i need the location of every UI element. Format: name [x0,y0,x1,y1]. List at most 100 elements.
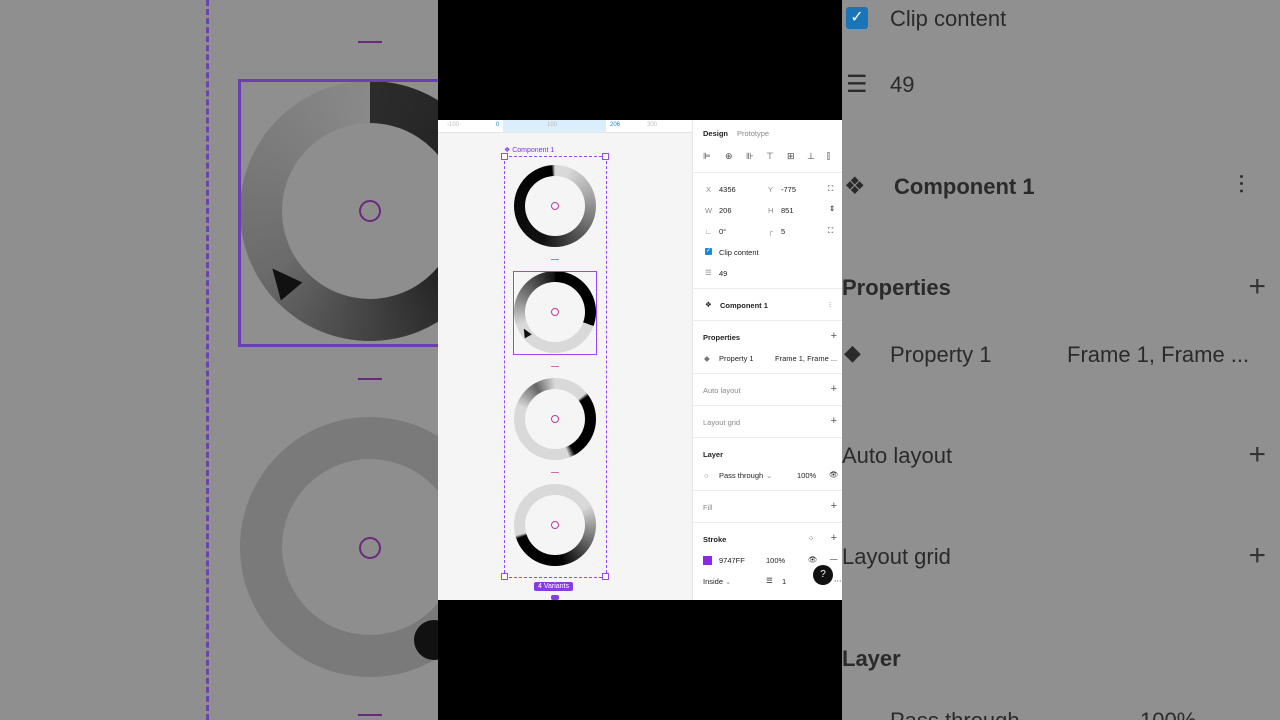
constraints-icon[interactable]: ⛶ [828,184,833,194]
variant-separator [551,259,559,260]
x-input[interactable]: 4356 [719,185,736,194]
figma-window: -100 0 100 206 300 ❖ Component 1 4 Varia… [438,120,842,600]
properties-title: Properties [703,333,741,342]
zoom-diamond-icon: ◆ [844,340,861,365]
ruler-tick: 300 [647,122,658,128]
layout-grid-title: Layout grid [703,418,741,427]
zoom-separator [358,714,382,716]
resize-handle[interactable] [501,153,508,160]
resize-handle[interactable] [602,573,609,580]
add-property-icon[interactable]: + [831,330,837,342]
chevron-down-icon: ⌄ [766,471,773,480]
zoom-checkbox-icon: ✓ [846,7,868,29]
add-layout-grid-icon[interactable]: + [831,415,837,427]
y-input[interactable]: -775 [781,185,796,194]
zoom-spinner-ring [240,417,438,677]
spacing-icon: ☰ [705,268,712,277]
y-label: Y [768,185,774,194]
zoom-layout-grid: Layout grid [842,544,951,569]
spacing-input[interactable]: 49 [719,269,727,278]
fill-title: Fill [703,503,713,512]
corner-radius-input[interactable]: 5 [781,227,785,236]
zoom-separator [358,378,382,380]
align-bottom-icon[interactable]: ⊥ [807,151,815,162]
component-label[interactable]: ❖ Component 1 [504,146,554,154]
zoom-plus-icon: + [1248,438,1266,471]
blend-mode-select[interactable]: Pass through [719,471,763,480]
spinner-variant-1[interactable] [514,165,596,247]
zoom-component-name: Component 1 [894,174,1035,199]
ruler-tick: -100 [447,122,460,128]
clip-content-label: Clip content [719,248,759,257]
align-top-icon[interactable]: ⊤ [766,151,774,162]
selected-variant-outline [513,271,597,355]
eye-icon[interactable]: 👁 [829,470,839,479]
resize-handle[interactable] [501,573,508,580]
rotation-input[interactable]: 0° [719,227,726,236]
add-stroke-icon[interactable]: + [831,532,837,544]
help-button[interactable]: ? [813,565,833,585]
zoomed-panel-background: ✓ Clip content ☰ 49 ❖ Component 1 ⫶ Prop… [842,0,1280,720]
tab-prototype[interactable]: Prototype [737,129,769,138]
zoom-component-dashed-border [206,0,209,720]
align-right-icon[interactable]: ⊪ [746,151,754,162]
align-center-h-icon[interactable]: ⊕ [725,151,733,162]
constrain-proportions-icon[interactable]: ⇕ [829,204,835,213]
stroke-color-swatch[interactable] [703,556,712,565]
clip-content-checkbox[interactable]: ✓ [705,248,712,255]
component-icon: ❖ [705,300,712,309]
zoom-plus-icon: + [1248,539,1266,572]
ruler-tick: 100 [547,122,558,128]
zoom-sliders-icon: ⫶ [1238,170,1245,200]
zoom-auto-layout: Auto layout [842,443,953,468]
zoomed-canvas-background [0,0,438,720]
property-value[interactable]: Frame 1, Frame ... [775,354,837,363]
stroke-hex-input[interactable]: 9747FF [719,556,745,565]
spinner-variant-3[interactable] [514,378,596,460]
x-label: X [706,185,712,194]
stroke-title: Stroke [703,535,727,544]
center-point [551,202,559,210]
add-auto-layout-icon[interactable]: + [831,383,837,395]
ruler-tick: 0 [496,122,500,128]
zoom-component-icon: ❖ [844,173,866,200]
layer-opacity-input[interactable]: 100% [797,471,816,480]
resize-handle[interactable] [602,153,609,160]
zoom-blend-mode: Pass through [890,708,1020,720]
add-fill-icon[interactable]: + [831,500,837,512]
variant-separator [551,366,559,367]
component-name[interactable]: Component 1 [720,301,768,310]
property-name[interactable]: Property 1 [719,354,754,363]
top-ruler: -100 0 100 206 300 [438,120,692,133]
zoom-plus-icon: + [1248,270,1266,303]
spinner-variant-4[interactable] [514,484,596,566]
tab-design[interactable]: Design [703,129,728,138]
zoom-property-value: Frame 1, Frame ... [1067,342,1250,367]
align-center-v-icon[interactable]: ⊞ [787,151,795,162]
zoom-separator [358,41,382,43]
stroke-weight-input[interactable]: 1 [782,577,786,586]
layer-title: Layer [703,450,724,459]
variant-separator [551,472,559,473]
distribute-icon[interactable]: ⫿ [827,151,830,162]
h-input[interactable]: 851 [781,206,794,215]
style-grid-icon[interactable]: ⁘ [808,534,814,543]
rotation-icon: ∟ [705,227,713,236]
stroke-position-select[interactable]: Inside [703,577,723,586]
stroke-weight-icon: ☰ [766,576,773,585]
eye-icon[interactable]: 👁 [808,555,818,564]
w-input[interactable]: 206 [719,206,732,215]
auto-layout-title: Auto layout [703,386,741,395]
independent-corners-icon[interactable]: ⛶ [828,226,833,236]
design-canvas[interactable]: -100 0 100 206 300 ❖ Component 1 4 Varia… [438,120,692,600]
more-options-icon[interactable]: ⋯ [834,576,842,585]
blend-mode-icon: ○ [704,471,709,480]
align-left-icon[interactable]: ⊫ [703,151,711,162]
component-settings-icon[interactable]: ⫶ [829,300,831,310]
add-variant-button[interactable] [551,595,559,600]
variants-badge[interactable]: 4 Variants [534,582,573,591]
zoom-properties-title: Properties [842,275,951,300]
stroke-opacity-input[interactable]: 100% [766,556,785,565]
zoom-spacing-icon: ☰ [846,71,868,98]
remove-stroke-icon[interactable]: — [830,554,838,563]
